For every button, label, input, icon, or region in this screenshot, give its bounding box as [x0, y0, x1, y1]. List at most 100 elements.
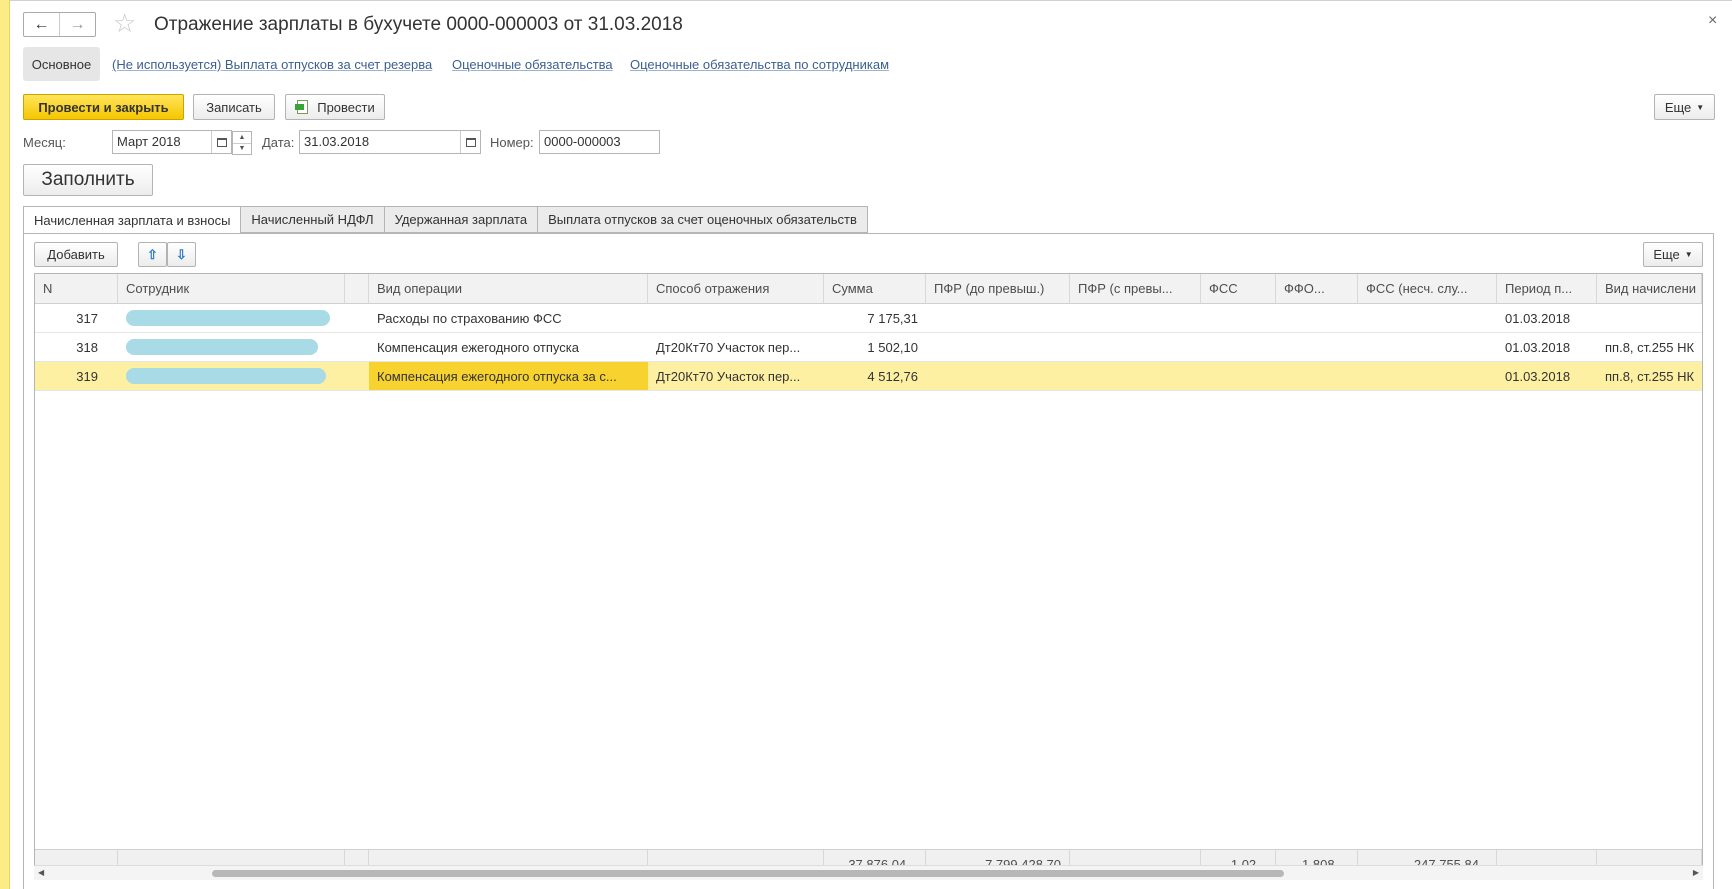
post-button[interactable]: Провести [285, 94, 385, 120]
scroll-left-icon[interactable]: ◀ [38, 868, 44, 877]
month-stepper[interactable]: ▲ ▼ [232, 131, 252, 155]
employee-redacted [118, 362, 345, 390]
col-sum[interactable]: Сумма [824, 274, 926, 303]
number-value: 0000-000003 [544, 134, 621, 149]
fss-cell [1201, 362, 1276, 390]
kind-cell: пп.8, ст.255 НК [1605, 368, 1695, 384]
window-top-border [10, 0, 1732, 1]
col-pfr-before[interactable]: ПФР (до превыш.) [926, 274, 1070, 303]
post-and-close-button[interactable]: Провести и закрыть [23, 94, 184, 120]
save-label: Записать [206, 99, 262, 115]
col-employee[interactable]: Сотрудник [118, 274, 345, 303]
table-header: N Сотрудник Вид операции Способ отражени… [35, 274, 1702, 304]
pfr-after-cell [1070, 333, 1201, 361]
sum-cell: 4 512,76 [867, 368, 918, 384]
operation-cell: Расходы по страхованию ФСС [377, 310, 562, 326]
table-more-button[interactable]: Еще ▼ [1643, 242, 1703, 267]
accruals-table: N Сотрудник Вид операции Способ отражени… [34, 273, 1703, 880]
number-label: Номер: [490, 135, 534, 150]
fss-cell [1201, 333, 1276, 361]
fill-label: Заполнить [41, 169, 135, 190]
operation-cell: Компенсация ежегодного отпуска [377, 339, 579, 355]
col-method[interactable]: Способ отражения [648, 274, 824, 303]
tab-ndfl[interactable]: Начисленный НДФЛ [241, 206, 385, 233]
col-fss[interactable]: ФСС [1201, 274, 1276, 303]
col-fss-ns[interactable]: ФСС (несч. слу... [1358, 274, 1497, 303]
add-row-button[interactable]: Добавить [34, 242, 118, 267]
forward-icon[interactable]: → [59, 13, 95, 36]
row-number: 318 [76, 339, 98, 355]
period-cell: 01.03.2018 [1505, 310, 1571, 326]
table-row[interactable]: 318 Компенсация ежегодного отпуска Дт20К… [35, 333, 1702, 362]
arrow-up-icon: ⇧ [147, 246, 158, 262]
post-document-icon [295, 100, 311, 114]
operation-cell-current[interactable]: Компенсация ежегодного отпуска за с... [369, 362, 648, 390]
pfr-before-cell [926, 333, 1070, 361]
stepper-up-icon[interactable]: ▲ [233, 132, 251, 143]
month-field[interactable]: Март 2018 ▲ ▼ [112, 130, 252, 155]
ffoms-cell [1276, 304, 1358, 332]
calendar-icon[interactable] [211, 131, 231, 153]
scroll-right-icon[interactable]: ▶ [1693, 868, 1699, 877]
col-operation[interactable]: Вид операции [369, 274, 648, 303]
number-field[interactable]: 0000-000003 [539, 130, 660, 154]
table-more-label: Еще [1653, 247, 1680, 262]
row-number: 319 [76, 368, 98, 384]
more-button[interactable]: Еще ▼ [1654, 94, 1715, 120]
stepper-down-icon[interactable]: ▼ [233, 142, 251, 155]
chevron-down-icon: ▼ [1684, 250, 1693, 259]
employee-redacted [118, 304, 345, 332]
back-icon[interactable]: ← [24, 13, 59, 36]
move-up-button[interactable]: ⇧ [138, 242, 167, 267]
period-cell: 01.03.2018 [1505, 339, 1571, 355]
save-button[interactable]: Записать [193, 94, 275, 120]
page-title: Отражение зарплаты в бухучете 0000-00000… [154, 14, 683, 35]
section-link-liabilities-by-employee[interactable]: Оценочные обязательства по сотрудникам [630, 57, 889, 72]
fill-button[interactable]: Заполнить [23, 164, 153, 196]
pfr-before-cell [926, 304, 1070, 332]
post-label: Провести [317, 99, 375, 115]
close-icon[interactable]: × [1708, 12, 1717, 30]
date-field[interactable]: 31.03.2018 [299, 130, 481, 154]
col-pfr-after[interactable]: ПФР (с превы... [1070, 274, 1201, 303]
add-row-label: Добавить [47, 247, 105, 262]
scrollbar-thumb[interactable] [212, 870, 1284, 877]
employee-redacted [118, 333, 345, 361]
chevron-down-icon: ▼ [1696, 102, 1705, 112]
extra-cell [345, 304, 369, 332]
favorite-star-icon[interactable]: ☆ [113, 10, 136, 36]
col-ffoms[interactable]: ФФО... [1276, 274, 1358, 303]
col-n[interactable]: N [35, 274, 118, 303]
fss-ns-cell [1358, 362, 1497, 390]
pfr-after-cell [1070, 362, 1201, 390]
ffoms-cell [1276, 362, 1358, 390]
section-link-estimated-liabilities[interactable]: Оценочные обязательства [452, 57, 613, 72]
month-value: Март 2018 [117, 134, 181, 149]
pfr-after-cell [1070, 304, 1201, 332]
section-link-vacation-reserve[interactable]: (Не используется) Выплата отпусков за сч… [112, 57, 432, 72]
navigation-buttons: ← → [23, 12, 96, 37]
calendar-icon[interactable] [460, 131, 480, 153]
arrow-down-icon: ⇩ [176, 246, 187, 262]
tab-withheld-salary[interactable]: Удержанная зарплата [384, 206, 539, 233]
move-down-button[interactable]: ⇩ [167, 242, 196, 267]
method-cell: Дт20Кт70 Участок пер... [656, 339, 801, 355]
table-row-selected[interactable]: 319 Компенсация ежегодного отпуска за с.… [35, 362, 1702, 391]
table-row[interactable]: 317 Расходы по страхованию ФСС 7 175,31 … [35, 304, 1702, 333]
date-label: Дата: [262, 135, 295, 150]
date-value: 31.03.2018 [304, 134, 370, 149]
tab-bar: Начисленная зарплата и взносы Начисленны… [23, 206, 868, 234]
pfr-before-cell [926, 362, 1070, 390]
col-extra[interactable] [345, 274, 369, 303]
section-main[interactable]: Основное [23, 47, 100, 81]
tab-accrued-salary[interactable]: Начисленная зарплата и взносы [23, 206, 242, 234]
col-kind[interactable]: Вид начислени [1597, 274, 1702, 303]
row-number: 317 [76, 310, 98, 326]
col-period[interactable]: Период п... [1497, 274, 1597, 303]
method-cell: Дт20Кт70 Участок пер... [656, 368, 801, 384]
sum-cell: 1 502,10 [867, 339, 918, 355]
ffoms-cell [1276, 333, 1358, 361]
sum-cell: 7 175,31 [867, 310, 918, 326]
tab-vacation-payments[interactable]: Выплата отпусков за счет оценочных обяза… [538, 206, 868, 233]
horizontal-scrollbar[interactable]: ◀ ▶ [34, 865, 1703, 880]
